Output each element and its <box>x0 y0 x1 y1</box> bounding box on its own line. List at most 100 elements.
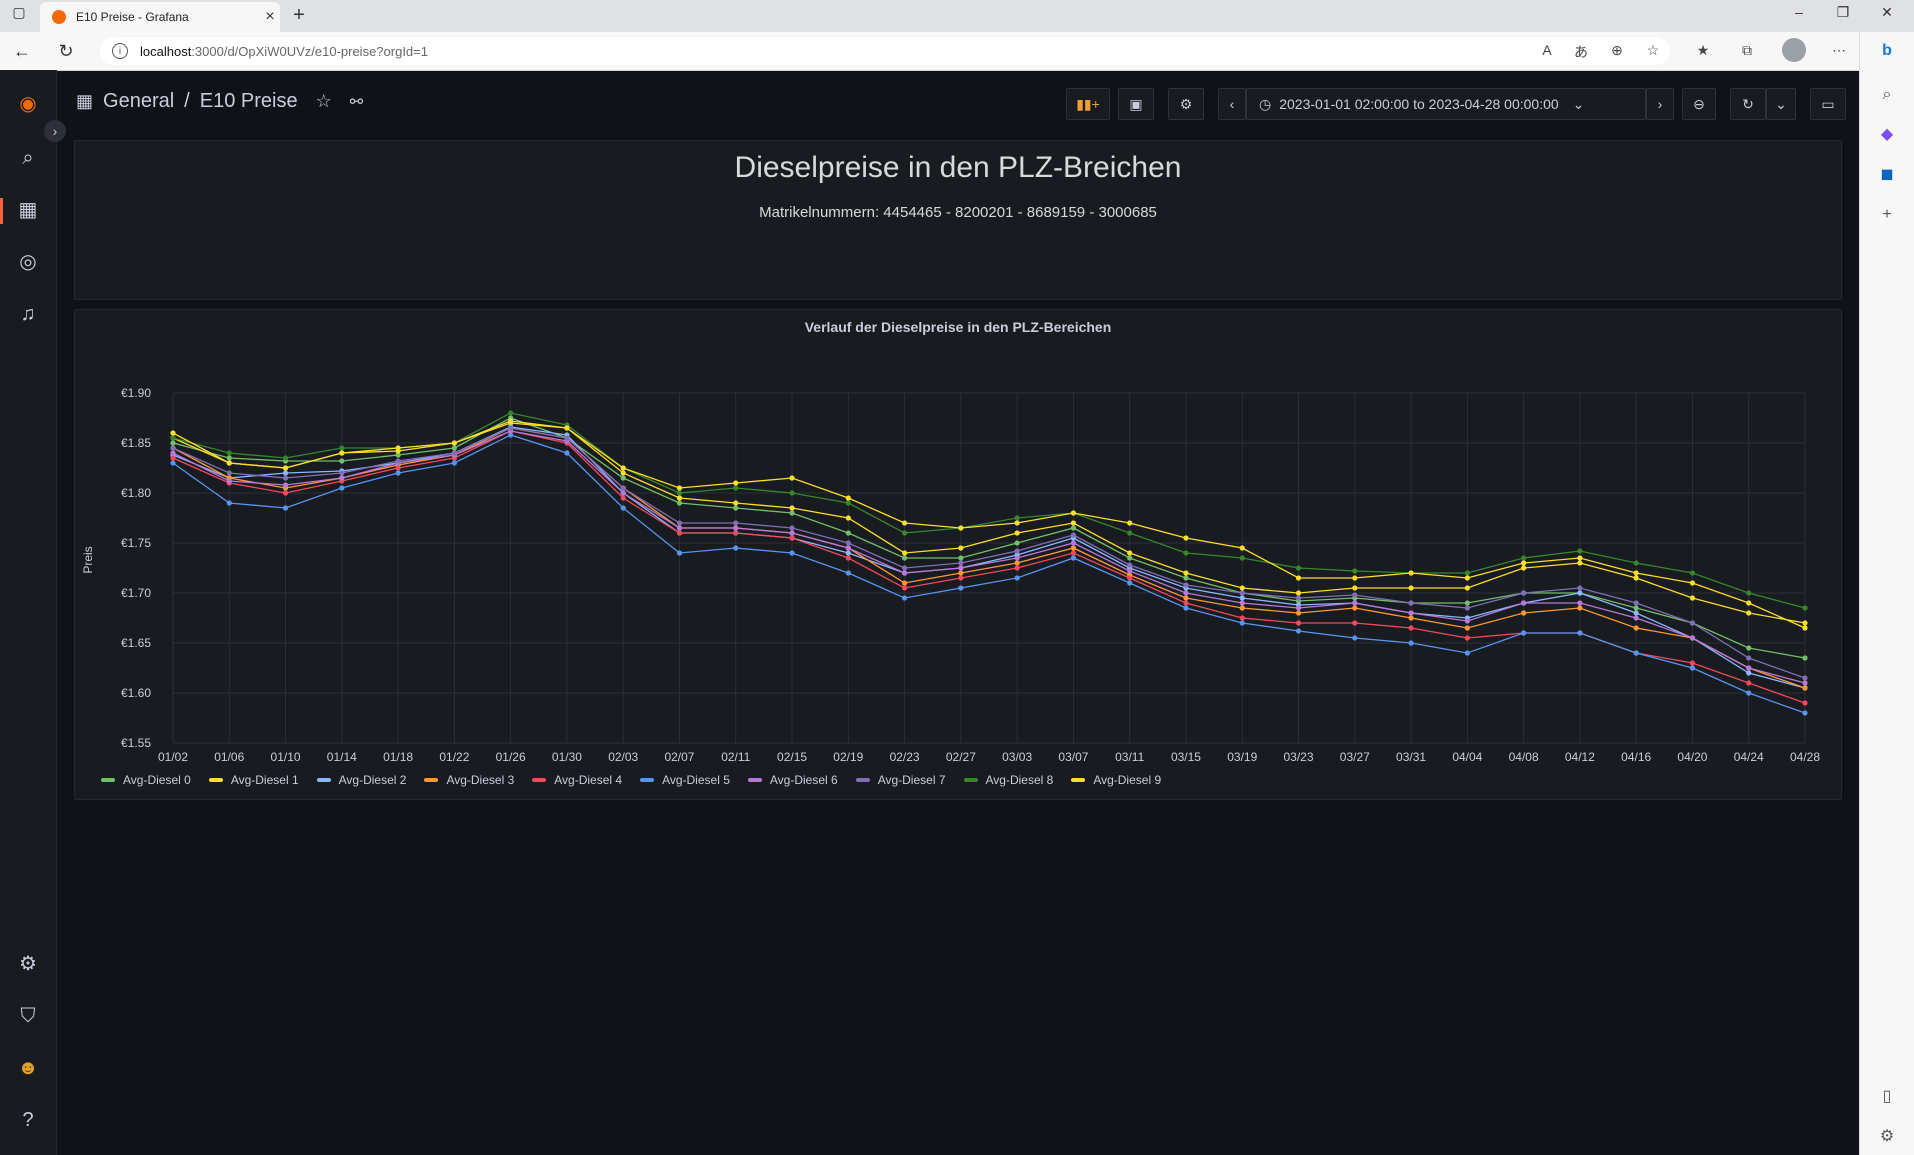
legend-item[interactable]: Avg-Diesel 2 <box>316 773 406 787</box>
settings-icon[interactable]: ⚙ <box>1876 1126 1898 1148</box>
outlook-icon[interactable]: ◼ <box>1876 164 1898 186</box>
legend-label: Avg-Diesel 4 <box>554 773 623 787</box>
user-avatar-icon[interactable]: ☻ <box>14 1054 42 1082</box>
data-point <box>676 485 683 491</box>
zoom-icon[interactable]: ⊕ <box>1606 42 1628 59</box>
site-info-icon[interactable]: i <box>112 43 128 59</box>
breadcrumb-folder[interactable]: General <box>103 90 174 113</box>
read-aloud-icon[interactable]: A <box>1536 42 1558 58</box>
data-point <box>1689 660 1696 666</box>
data-point <box>676 530 683 536</box>
legend-item[interactable]: Avg-Diesel 7 <box>855 773 946 787</box>
refresh-icon[interactable]: ↻ <box>1730 88 1766 120</box>
legend-item[interactable]: Avg-Diesel 0 <box>101 773 191 787</box>
dashboards-icon[interactable]: ▦ <box>14 196 42 224</box>
data-point <box>1464 570 1470 576</box>
minimize-icon[interactable]: – <box>1784 4 1814 20</box>
data-point <box>282 490 289 496</box>
data-point <box>1070 540 1077 546</box>
data-point <box>789 535 795 541</box>
x-tick-label: 02/03 <box>608 750 638 764</box>
data-point <box>1295 595 1302 601</box>
dashboard-settings-icon[interactable]: ⚙ <box>1168 88 1204 120</box>
tools-icon[interactable]: ◆ <box>1876 124 1898 146</box>
sidebar-toggle-icon[interactable]: ▯ <box>1876 1086 1898 1108</box>
data-point <box>282 505 289 511</box>
data-point <box>282 475 289 481</box>
data-point <box>1689 570 1696 576</box>
series-line-4 <box>172 430 1806 704</box>
legend-item[interactable]: Avg-Diesel 1 <box>208 773 299 787</box>
help-icon[interactable]: ? <box>14 1106 42 1134</box>
search-icon[interactable]: ⌕ <box>1876 84 1898 106</box>
legend-item[interactable]: Avg-Diesel 8 <box>963 773 1054 787</box>
legend-item[interactable]: Avg-Diesel 5 <box>640 773 730 787</box>
data-point <box>845 515 851 521</box>
tv-mode-icon[interactable]: ▭ <box>1810 88 1846 120</box>
data-point <box>451 445 457 451</box>
server-admin-icon[interactable]: ⛉ <box>14 1002 42 1030</box>
data-point <box>564 450 570 456</box>
data-point <box>1239 600 1245 606</box>
legend-item[interactable]: Avg-Diesel 9 <box>1071 773 1161 787</box>
data-point <box>1521 610 1527 616</box>
favorites-icon[interactable]: ★ <box>1692 42 1714 59</box>
refresh-interval-icon[interactable]: ⌄ <box>1766 88 1796 120</box>
add-panel-button[interactable]: ▮▮+ <box>1066 88 1110 120</box>
data-point <box>395 458 401 464</box>
url-field[interactable]: i localhost:3000/d/OpXiW0UVz/e10-preise?… <box>100 37 1670 65</box>
star-icon[interactable]: ☆ <box>316 91 332 112</box>
legend-item[interactable]: Avg-Diesel 4 <box>532 773 622 787</box>
search-icon[interactable]: ⌕ <box>14 144 42 172</box>
bing-icon[interactable]: b <box>1876 40 1898 62</box>
time-range-picker[interactable]: ◷ 2023-01-01 02:00:00 to 2023-04-28 00:0… <box>1246 88 1646 120</box>
reload-icon[interactable]: ↻ <box>54 40 78 62</box>
alerting-icon[interactable]: ♫ <box>14 300 42 328</box>
time-shift-forward-icon[interactable]: › <box>1646 88 1674 120</box>
legend-item[interactable]: Avg-Diesel 6 <box>747 773 838 787</box>
save-dashboard-icon[interactable]: ▣ <box>1118 88 1154 120</box>
more-options-icon[interactable]: ⋯ <box>1828 42 1850 59</box>
share-icon[interactable]: ⚯ <box>350 92 363 112</box>
zoom-out-icon[interactable]: ⊖ <box>1682 88 1716 120</box>
x-tick-label: 04/08 <box>1509 750 1539 764</box>
edge-sidebar: b ⌕ ◆ ◼ + ▯ ⚙ <box>1859 32 1914 1155</box>
data-point <box>1464 625 1470 631</box>
data-point <box>1014 560 1020 566</box>
x-tick-label: 02/27 <box>946 750 976 764</box>
data-point <box>676 550 683 556</box>
close-tab-icon[interactable]: × <box>260 8 280 26</box>
explore-icon[interactable]: ◎ <box>14 248 42 276</box>
data-point <box>1746 665 1752 671</box>
legend-swatch <box>101 778 115 782</box>
profile-avatar[interactable] <box>1782 38 1806 62</box>
data-point <box>1183 535 1189 541</box>
legend-label: Avg-Diesel 8 <box>985 773 1054 787</box>
data-point <box>1127 575 1133 581</box>
add-favorite-icon[interactable]: ☆ <box>1642 42 1664 59</box>
configuration-icon[interactable]: ⚙ <box>14 950 42 978</box>
close-window-icon[interactable]: ✕ <box>1872 4 1902 21</box>
new-tab-icon[interactable]: + <box>288 4 310 26</box>
legend-label: Avg-Diesel 7 <box>877 773 946 787</box>
data-point <box>1802 675 1808 681</box>
restore-icon[interactable]: ❐ <box>1828 4 1858 21</box>
back-icon[interactable]: ← <box>10 40 34 62</box>
legend-item[interactable]: Avg-Diesel 3 <box>424 773 514 787</box>
breadcrumb-dashboard[interactable]: E10 Preise <box>200 90 298 113</box>
collections-icon[interactable]: ⧉ <box>1736 42 1758 59</box>
data-point <box>901 550 908 556</box>
data-point <box>395 445 401 451</box>
data-point <box>1746 690 1752 696</box>
data-point <box>1295 575 1302 581</box>
browser-tab[interactable]: E10 Preise - Grafana × <box>40 2 280 32</box>
add-icon[interactable]: + <box>1876 204 1898 226</box>
data-point <box>1295 620 1302 626</box>
x-tick-label: 04/28 <box>1790 750 1820 764</box>
tab-actions-icon[interactable]: ▢ <box>4 4 34 21</box>
grafana-favicon-icon <box>52 10 66 24</box>
url-host: localhost <box>140 43 192 59</box>
time-shift-back-icon[interactable]: ‹ <box>1218 88 1246 120</box>
translate-icon[interactable]: あ <box>1570 42 1592 62</box>
grafana-logo-icon[interactable]: ◉ <box>14 90 42 118</box>
